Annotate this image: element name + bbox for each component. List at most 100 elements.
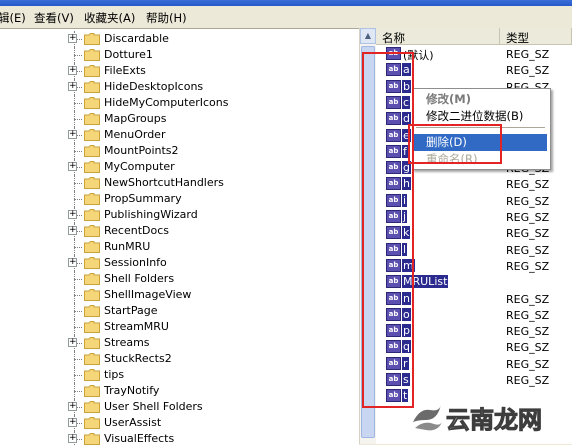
tree-vertical-scrollbar[interactable]: ▲ — [359, 28, 376, 444]
registry-value-row[interactable]: ab i REG_SZ — [376, 193, 572, 209]
expand-plus-icon[interactable]: + — [68, 34, 77, 43]
expand-plus-icon[interactable]: + — [68, 66, 77, 75]
registry-value-row[interactable]: ab h REG_SZ — [376, 176, 572, 192]
menu-view[interactable]: 查看(V) — [34, 10, 74, 26]
tree-item[interactable]: + Streams — [0, 335, 350, 351]
context-menu-rename[interactable]: 重命名(R) — [414, 151, 547, 168]
string-value-icon: ab — [386, 340, 401, 354]
tree-item[interactable]: + PublishingWizard — [0, 207, 350, 223]
tree-connector-branch — [74, 295, 82, 296]
menu-edit[interactable]: 辑(E) — [0, 10, 26, 26]
tree-item[interactable]: RunMRU — [0, 239, 350, 255]
tree-item-label: HideMyComputerIcons — [104, 96, 229, 109]
menu-favorites[interactable]: 收藏夹(A) — [84, 10, 135, 26]
tree-item[interactable]: + MyComputer — [0, 159, 350, 175]
string-value-icon: ab — [386, 258, 401, 272]
string-value-icon: ab — [386, 161, 401, 175]
tree-item[interactable]: + VisualEffects — [0, 431, 350, 445]
tree-item[interactable]: + SessionInfo — [0, 255, 350, 271]
tree-item[interactable]: ShellImageView — [0, 287, 350, 303]
folder-icon — [84, 97, 100, 109]
registry-value-row[interactable]: ab q REG_SZ — [376, 339, 572, 355]
tree-item[interactable]: StreamMRU — [0, 319, 350, 335]
string-value-icon: ab — [386, 275, 401, 289]
string-value-icon: ab — [386, 144, 401, 158]
context-menu-delete[interactable]: 删除(D) — [414, 134, 547, 151]
tree-item[interactable]: HideMyComputerIcons — [0, 95, 350, 111]
tree-item[interactable]: + FileExts — [0, 63, 350, 79]
registry-value-type: REG_SZ — [506, 341, 550, 355]
tree-item[interactable]: + RecentDocs — [0, 223, 350, 239]
folder-icon — [84, 225, 100, 237]
tree-item[interactable]: + HideDesktopIcons — [0, 79, 350, 95]
registry-value-type: REG_SZ — [506, 374, 550, 387]
registry-value-row[interactable]: ab j REG_SZ — [376, 209, 572, 225]
tree-item[interactable]: StartPage — [0, 303, 350, 319]
registry-value-row[interactable]: ab s REG_SZ — [376, 372, 572, 388]
expand-plus-icon[interactable]: + — [68, 210, 77, 219]
expand-plus-icon[interactable]: + — [68, 82, 77, 91]
tree-connector-branch — [74, 391, 82, 392]
registry-value-type: REG_SZ — [506, 211, 550, 224]
tree-item[interactable]: NewShortcutHandlers — [0, 175, 350, 191]
scroll-up-arrow-icon[interactable]: ▲ — [360, 28, 376, 44]
registry-value-row[interactable]: ab MRUList — [376, 274, 572, 290]
tree-item[interactable]: + MenuOrder — [0, 127, 350, 143]
expand-plus-icon[interactable]: + — [68, 162, 77, 171]
expand-plus-icon[interactable]: + — [68, 258, 77, 267]
registry-value-row[interactable]: ab k REG_SZ — [376, 225, 572, 241]
tree-item[interactable]: tips — [0, 367, 350, 383]
registry-value-row[interactable]: ab l REG_SZ — [376, 242, 572, 258]
folder-icon — [84, 49, 100, 61]
registry-value-name: l — [402, 242, 408, 256]
string-value-icon: ab — [386, 177, 401, 191]
tree-item[interactable]: + User Shell Folders — [0, 399, 350, 415]
registry-value-row[interactable]: ab a REG_SZ — [376, 62, 572, 78]
tree-connector-branch — [74, 375, 82, 376]
folder-icon — [84, 129, 100, 141]
registry-value-name: e — [402, 128, 411, 142]
expand-plus-icon[interactable]: + — [68, 338, 77, 347]
context-menu-modify[interactable]: 修改(M) — [414, 91, 547, 108]
tree-item-label: MyComputer — [104, 160, 175, 173]
column-header-name[interactable]: 名称 — [376, 28, 500, 45]
registry-value-row[interactable]: ab o REG_SZ — [376, 307, 572, 323]
tree-item-label: StuckRects2 — [104, 352, 172, 365]
tree-item[interactable]: PropSummary — [0, 191, 350, 207]
expand-plus-icon[interactable]: + — [68, 226, 77, 235]
tree-item[interactable]: StuckRects2 — [0, 351, 350, 367]
tree-item[interactable]: + UserAssist — [0, 415, 350, 431]
context-menu-modify-binary[interactable]: 修改二进位数据(B) — [414, 108, 547, 125]
registry-value-name: h — [402, 177, 411, 191]
folder-icon — [84, 305, 100, 317]
tree-item[interactable]: + Discardable — [0, 31, 350, 47]
expand-plus-icon[interactable]: + — [68, 130, 77, 139]
menu-help[interactable]: 帮助(H) — [146, 10, 187, 26]
registry-key-tree[interactable]: + Discardable Dotture1 + FileExts + HideDeskto… — [0, 28, 359, 445]
expand-plus-icon[interactable]: + — [68, 418, 77, 427]
tree-connector-branch — [74, 199, 82, 200]
registry-value-type: REG_SZ — [506, 48, 550, 61]
scroll-thumb[interactable] — [361, 46, 375, 438]
tree-item[interactable]: Dotture1 — [0, 47, 350, 63]
registry-value-row[interactable]: ab p REG_SZ — [376, 323, 572, 339]
registry-value-type: REG_SZ — [506, 64, 550, 78]
expand-plus-icon[interactable]: + — [68, 402, 77, 411]
expand-plus-icon[interactable]: + — [68, 434, 77, 443]
string-value-icon: ab — [386, 63, 401, 77]
registry-value-row[interactable]: ab n REG_SZ — [376, 291, 572, 307]
tree-connector-branch — [74, 247, 82, 248]
watermark-logo-icon — [413, 404, 442, 431]
tree-item[interactable]: MountPoints2 — [0, 143, 350, 159]
tree-item[interactable]: Shell Folders — [0, 271, 350, 287]
registry-value-row[interactable]: ab r REG_SZ — [376, 356, 572, 372]
tree-item-label: User Shell Folders — [104, 400, 203, 413]
column-header-type[interactable]: 类型 — [500, 28, 572, 45]
tree-item[interactable]: MapGroups — [0, 111, 350, 127]
registry-value-row[interactable]: ab m REG_SZ — [376, 258, 572, 274]
registry-value-row[interactable]: ab (默认) REG_SZ — [376, 46, 572, 62]
tree-connector-branch — [74, 55, 82, 56]
watermark: 云南龙网 — [410, 398, 570, 436]
tree-item[interactable]: TrayNotify — [0, 383, 350, 399]
string-value-icon: ab — [386, 324, 401, 338]
